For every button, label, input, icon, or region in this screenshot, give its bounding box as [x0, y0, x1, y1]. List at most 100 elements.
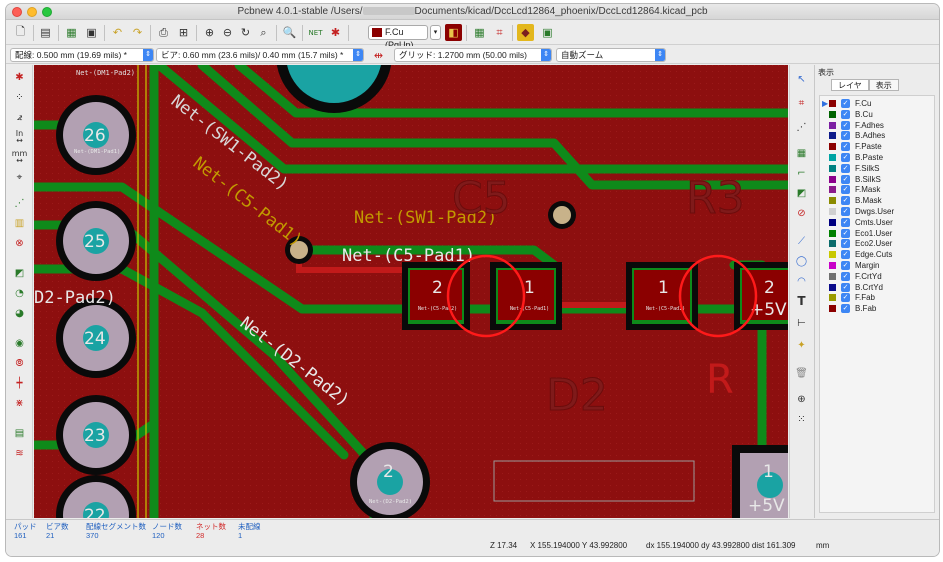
layer-row[interactable]: ✓ B.Cu	[820, 109, 934, 120]
new-board-icon[interactable]: 🗋	[12, 24, 29, 41]
highlight-net-icon[interactable]: ⌗	[793, 95, 810, 111]
draw-arc-icon[interactable]: ◠	[793, 273, 810, 289]
set-origin-icon[interactable]: ⊕	[793, 391, 810, 407]
open-library-icon[interactable]: ▦	[63, 24, 80, 41]
layer-row[interactable]: ▶ ✓ F.Cu	[820, 98, 934, 109]
via-sketch-icon[interactable]: ⦾	[11, 355, 28, 371]
zoom-in-icon[interactable]: ⊕	[201, 24, 218, 41]
auto-delete-track-icon[interactable]: ⊗	[11, 235, 28, 251]
layer-color-swatch[interactable]	[829, 186, 836, 194]
set-grid-origin-icon[interactable]: ⁙	[793, 411, 810, 427]
layer-color-swatch[interactable]	[829, 218, 836, 226]
route-track-icon[interactable]: ⌐	[793, 165, 810, 181]
drc-icon[interactable]: ✱	[327, 24, 344, 41]
add-dimension-icon[interactable]: ⊢	[793, 315, 810, 331]
layer-visible-checkbox[interactable]: ✓	[841, 109, 850, 119]
units-mm-icon[interactable]: mm ↔	[11, 149, 28, 165]
layer-visible-checkbox[interactable]: ✓	[841, 228, 850, 238]
layer-color-swatch[interactable]	[829, 121, 836, 129]
scripting-console-icon[interactable]: ▣	[539, 24, 556, 41]
tab-render[interactable]: 表示	[868, 79, 899, 91]
layer-row[interactable]: ✓ Eco1.User	[820, 228, 934, 239]
tracks-mode-icon[interactable]: ⌗	[491, 24, 508, 41]
layer-row[interactable]: ✓ Dwgs.User	[820, 206, 934, 217]
auto-track-width-icon[interactable]: ⇹	[370, 47, 387, 64]
units-inch-icon[interactable]: In ↔	[11, 129, 28, 145]
layer-color-swatch[interactable]	[829, 305, 836, 313]
layer-color-swatch[interactable]	[829, 283, 836, 291]
layer-color-swatch[interactable]	[829, 197, 836, 205]
layer-row[interactable]: ✓ Cmts.User	[820, 217, 934, 228]
redraw-icon[interactable]: ↻	[237, 24, 254, 41]
layer-visible-checkbox[interactable]: ✓	[841, 293, 850, 303]
pcb-canvas[interactable]: 26 Net-(DM1-Pad1) 25 24 23 22 Net-(DM1-Pad2) …	[34, 65, 788, 518]
layer-visible-checkbox[interactable]: ✓	[841, 185, 850, 195]
layer-color-swatch[interactable]	[829, 240, 836, 248]
microwave-toolbar-icon[interactable]: ≋	[11, 445, 28, 461]
netlist-icon[interactable]: NET	[307, 24, 324, 41]
layer-visible-checkbox[interactable]: ✓	[841, 271, 850, 281]
layer-visible-checkbox[interactable]: ✓	[841, 153, 850, 162]
layer-visible-checkbox[interactable]: ✓	[841, 99, 850, 108]
layer-color-swatch[interactable]	[829, 251, 836, 259]
layer-color-swatch[interactable]	[829, 262, 836, 269]
layer-color-swatch[interactable]	[829, 164, 836, 172]
layer-color-swatch[interactable]	[829, 294, 836, 302]
layer-color-swatch[interactable]	[829, 208, 836, 215]
tab-layers[interactable]: レイヤ	[831, 79, 869, 91]
layer-color-swatch[interactable]	[829, 143, 836, 151]
ratsnest-icon[interactable]: ⋰	[11, 195, 28, 211]
select-arrow-icon[interactable]: ↖	[793, 71, 810, 87]
keepout-area-icon[interactable]: ⊘	[793, 205, 810, 221]
add-text-icon[interactable]: T	[793, 293, 810, 309]
layer-row[interactable]: ✓ B.SilkS	[820, 174, 934, 185]
layer-visible-checkbox[interactable]: ✓	[841, 304, 850, 314]
find-icon[interactable]: 🔍	[281, 24, 298, 41]
layer-color-swatch[interactable]	[829, 100, 836, 107]
local-ratsnest-icon[interactable]: ⋰	[793, 119, 810, 135]
layer-color-swatch[interactable]	[829, 175, 836, 183]
active-layer-select[interactable]: F.Cu (PgUp)	[368, 25, 428, 50]
layer-row[interactable]: ✓ F.SilkS	[820, 163, 934, 174]
polar-coords-icon[interactable]: ⦨	[11, 109, 28, 125]
zone-outline-icon[interactable]: ◔	[11, 285, 28, 301]
delete-icon[interactable]: 🗑	[793, 365, 810, 381]
page-settings-icon[interactable]: ▤	[37, 24, 54, 41]
layer-visible-checkbox[interactable]: ✓	[841, 120, 850, 130]
print-icon[interactable]: ⎙	[155, 24, 172, 41]
add-module-icon[interactable]: ▦	[793, 145, 810, 161]
layer-color-swatch[interactable]	[829, 132, 836, 140]
layer-row[interactable]: ✓ F.Fab	[820, 292, 934, 303]
layer-manager-icon[interactable]: ▤	[11, 425, 28, 441]
layer-visible-checkbox[interactable]: ✓	[841, 250, 850, 260]
layer-row[interactable]: ✓ Eco2.User	[820, 238, 934, 249]
undo-icon[interactable]: ↶	[109, 24, 126, 41]
pad-sketch-icon[interactable]: ◉	[11, 335, 28, 351]
layer-visible-checkbox[interactable]: ✓	[841, 142, 850, 152]
via-size-select[interactable]: ビア: 0.60 mm (23.6 mils)/ 0.40 mm (15.7 m…	[156, 48, 364, 62]
layer-visible-checkbox[interactable]: ✓	[841, 261, 850, 270]
layer-color-swatch[interactable]	[829, 110, 836, 118]
layer-visible-checkbox[interactable]: ✓	[841, 131, 850, 141]
add-target-icon[interactable]: ✦	[793, 337, 810, 353]
layer-row[interactable]: ✓ F.Mask	[820, 184, 934, 195]
layer-row[interactable]: ✓ B.CrtYd	[820, 282, 934, 293]
layer-row[interactable]: ✓ Margin	[820, 260, 934, 271]
zoom-fit-icon[interactable]: ⌕	[255, 24, 272, 41]
layer-color-swatch[interactable]	[829, 272, 836, 280]
draw-line-icon[interactable]: ⟋	[793, 233, 810, 249]
redo-icon[interactable]: ↷	[129, 24, 146, 41]
layer-visible-checkbox[interactable]: ✓	[841, 239, 850, 249]
drc-off-icon[interactable]: ✱	[11, 69, 28, 85]
layer-row[interactable]: ✓ B.Fab	[820, 303, 934, 314]
grid-select[interactable]: グリッド: 1.2700 mm (50.00 mils) ⇕	[394, 48, 552, 62]
high-contrast-icon[interactable]: ⋇	[11, 395, 28, 411]
layer-visible-checkbox[interactable]: ✓	[841, 282, 850, 292]
track-sketch-icon[interactable]: ┿	[11, 375, 28, 391]
plot-icon[interactable]: ⊞	[175, 24, 192, 41]
layer-visible-checkbox[interactable]: ✓	[841, 217, 850, 227]
layer-visible-checkbox[interactable]: ✓	[841, 174, 850, 184]
layer-pair-icon[interactable]: ◧	[445, 24, 462, 41]
zoom-out-icon[interactable]: ⊖	[219, 24, 236, 41]
layer-row[interactable]: ✓ F.CrtYd	[820, 271, 934, 282]
